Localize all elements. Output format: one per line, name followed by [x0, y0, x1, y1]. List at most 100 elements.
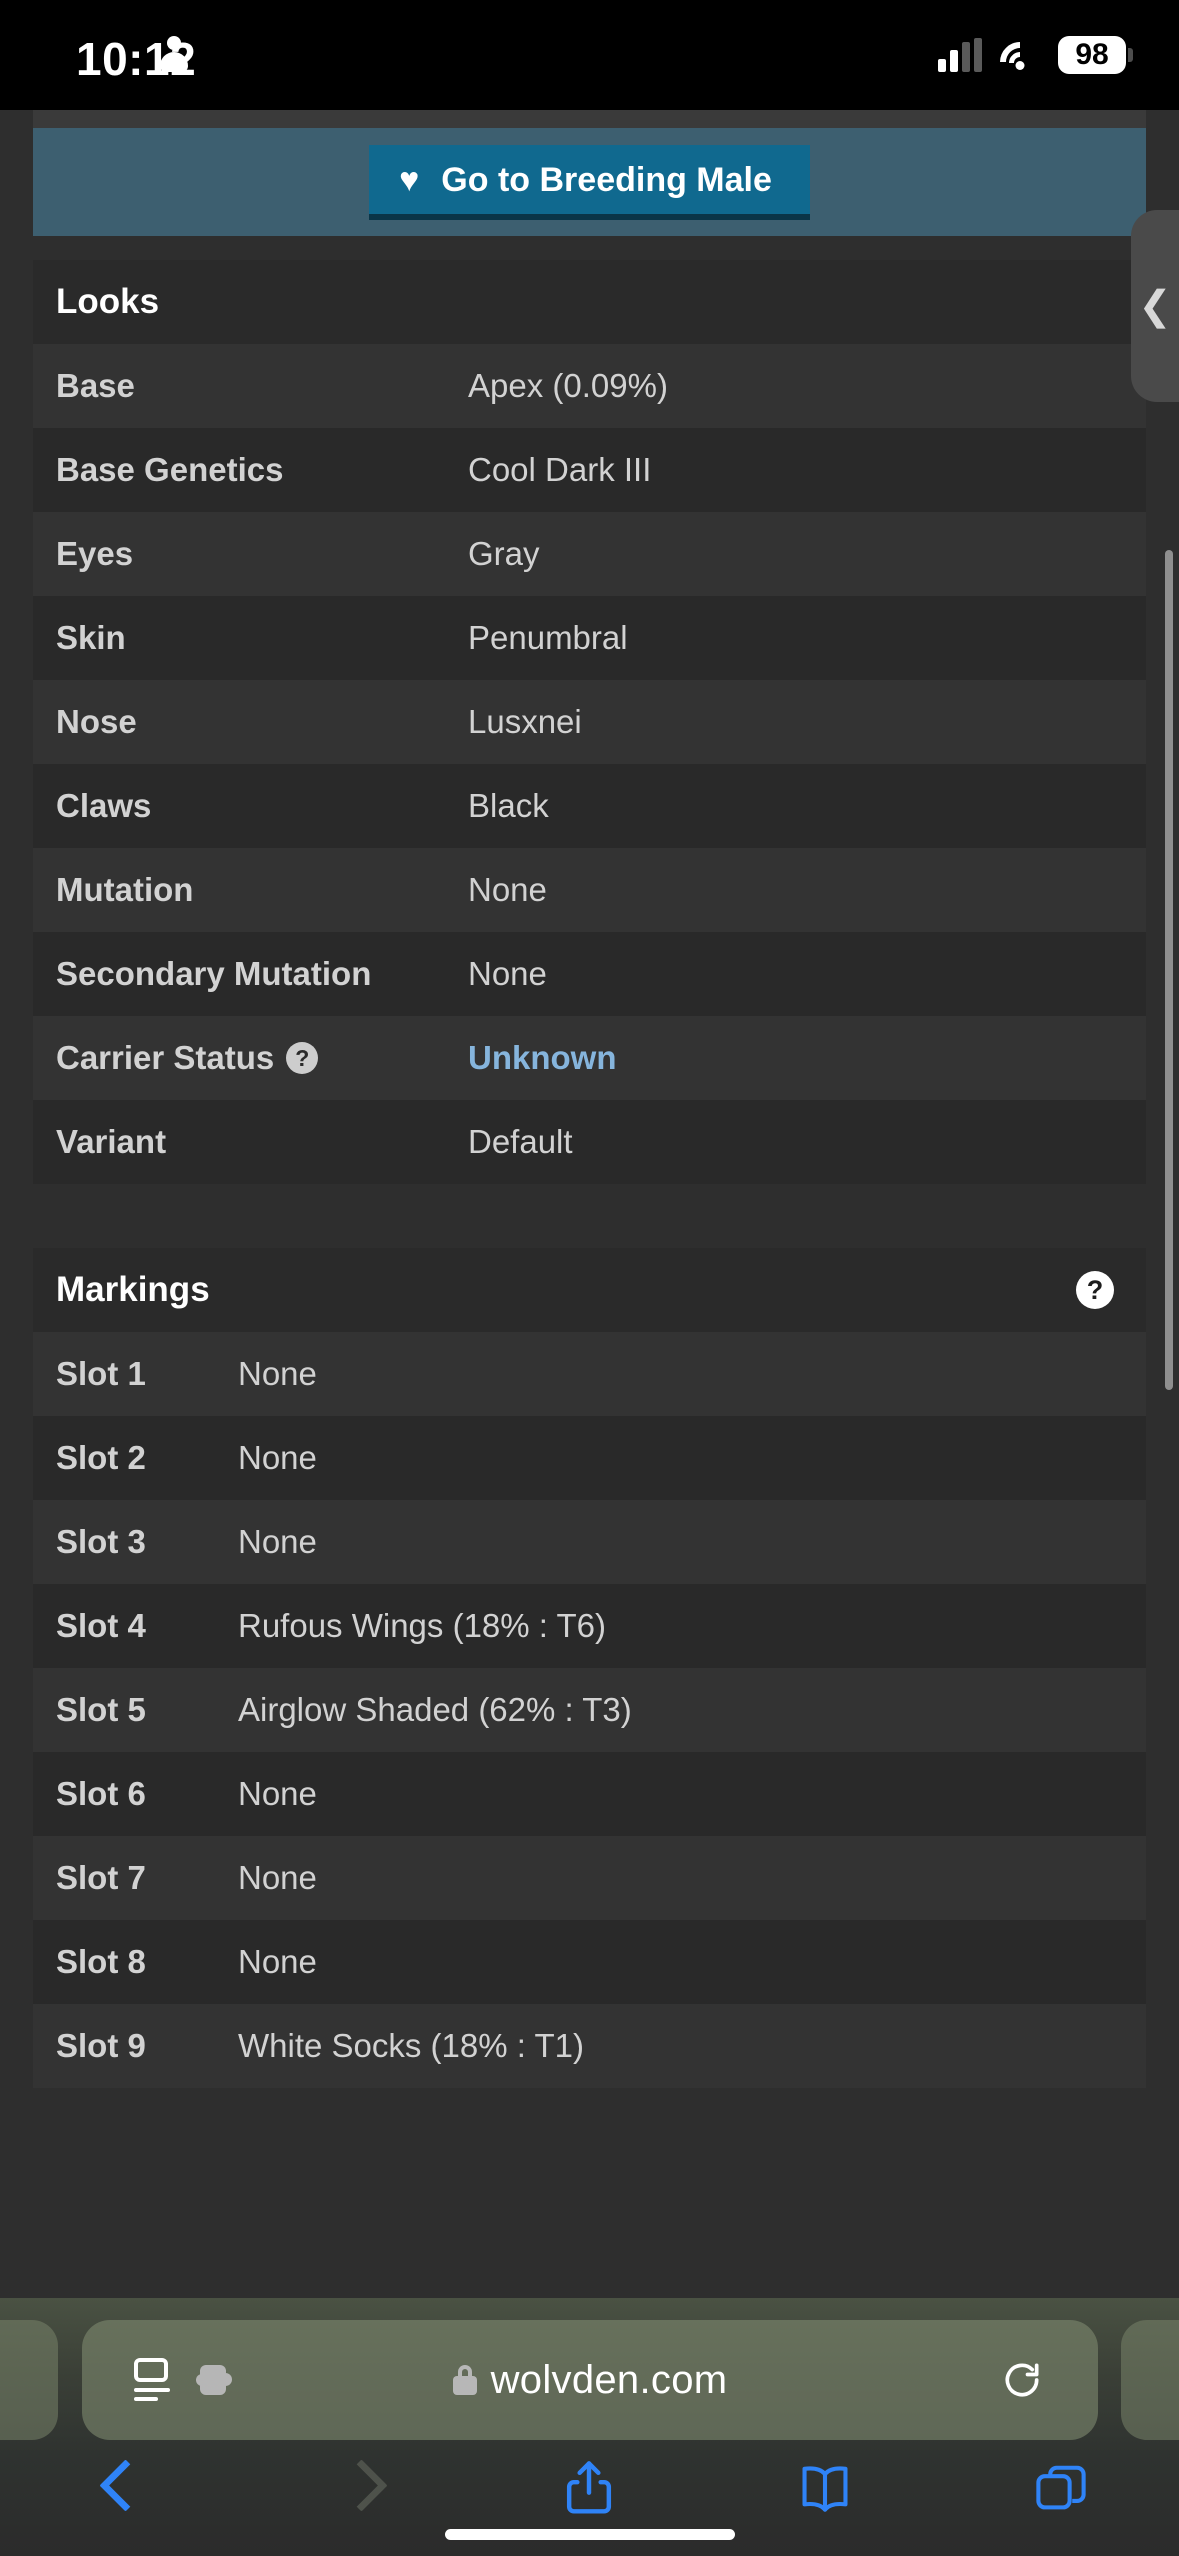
- address-bar[interactable]: wolvden.com: [82, 2320, 1098, 2440]
- row-value: Gray: [468, 535, 540, 572]
- webpage-viewport: ♥ Go to Breeding Male Looks Base Apex (0…: [0, 110, 1179, 2300]
- row-label: Slot 1: [56, 1355, 146, 1392]
- row-value: Black: [468, 787, 549, 824]
- status-bar-indicators: 98: [938, 30, 1133, 91]
- looks-title: Looks: [56, 282, 160, 321]
- previous-tab-edge[interactable]: [0, 2320, 58, 2440]
- row-label: Slot 8: [56, 1943, 146, 1980]
- table-row: Slot 4 Rufous Wings (18% : T6): [33, 1584, 1146, 1668]
- book-icon: [802, 2466, 848, 2512]
- person-icon: [160, 36, 188, 72]
- row-label: Slot 5: [56, 1691, 146, 1728]
- row-label: Slot 7: [56, 1859, 146, 1896]
- row-value: None: [238, 1775, 317, 1812]
- bookmarks-button[interactable]: [707, 2457, 943, 2519]
- row-label: Nose: [56, 703, 137, 740]
- row-value: Penumbral: [468, 619, 628, 656]
- help-circle-icon[interactable]: ?: [1076, 1271, 1114, 1309]
- row-value: Default: [468, 1123, 573, 1160]
- next-tab-edge[interactable]: [1121, 2320, 1179, 2440]
- row-label: Base: [56, 367, 135, 404]
- row-label: Slot 6: [56, 1775, 146, 1812]
- table-row: Nose Lusxnei: [33, 680, 1146, 764]
- table-row: Mutation None: [33, 848, 1146, 932]
- row-label: Slot 3: [56, 1523, 146, 1560]
- row-label: Claws: [56, 787, 152, 824]
- phone-screen: 10:12 98 ♥ Go to Breeding Male Looks Bas…: [0, 0, 1179, 2556]
- help-circle-icon[interactable]: ?: [286, 1042, 319, 1074]
- row-label: Eyes: [56, 535, 134, 572]
- row-value: None: [238, 1523, 317, 1560]
- row-value: Apex (0.09%): [468, 367, 668, 404]
- breeding-banner: ♥ Go to Breeding Male: [33, 128, 1146, 236]
- table-row: Slot 3 None: [33, 1500, 1146, 1584]
- go-to-breeding-male-label: Go to Breeding Male: [441, 160, 772, 199]
- page-scrollbar[interactable]: [1165, 550, 1173, 1390]
- table-row: Eyes Gray: [33, 512, 1146, 596]
- row-value: None: [468, 955, 547, 992]
- markings-panel-header: Markings ?: [33, 1248, 1146, 1332]
- go-to-breeding-male-button[interactable]: ♥ Go to Breeding Male: [369, 144, 810, 220]
- heart-icon: ♥: [399, 161, 420, 199]
- row-label: Carrier Status: [56, 1039, 275, 1076]
- row-label: Mutation: [56, 871, 194, 908]
- table-row: Claws Black: [33, 764, 1146, 848]
- battery-indicator: 98: [1058, 35, 1133, 75]
- side-drawer-toggle[interactable]: ❮: [1131, 210, 1179, 402]
- table-row: Slot 5 Airglow Shaded (62% : T3): [33, 1668, 1146, 1752]
- looks-panel-header: Looks: [33, 260, 1146, 344]
- looks-panel: Looks Base Apex (0.09%) Base Genetics Co…: [33, 260, 1146, 1184]
- row-label: Secondary Mutation: [56, 955, 372, 992]
- back-button[interactable]: [0, 2459, 236, 2517]
- chevron-left-icon: ❮: [1138, 284, 1172, 328]
- battery-level-label: 98: [1058, 35, 1126, 75]
- table-row-carrier-status: Carrier Status ? Unknown: [33, 1016, 1146, 1100]
- row-value: Airglow Shaded (62% : T3): [238, 1691, 632, 1728]
- url-text: wolvden.com: [490, 2357, 728, 2402]
- wifi-icon: [991, 33, 1049, 91]
- home-indicator: [444, 2529, 735, 2540]
- row-label: Slot 4: [56, 1607, 146, 1644]
- tabs-button[interactable]: [943, 2457, 1179, 2519]
- safari-bottom-chrome: wolvden.com: [0, 2298, 1179, 2556]
- row-value: None: [238, 1859, 317, 1896]
- markings-title: Markings: [56, 1270, 210, 1309]
- forward-chevron-icon: [337, 2459, 371, 2517]
- table-row: Skin Penumbral: [33, 596, 1146, 680]
- forward-button[interactable]: [236, 2459, 472, 2517]
- carrier-status-link[interactable]: Unknown: [468, 1039, 616, 1077]
- row-value: Rufous Wings (18% : T6): [238, 1607, 607, 1644]
- page-top-sliver: [33, 110, 1146, 128]
- row-label: Slot 9: [56, 2027, 146, 2064]
- table-row: Base Apex (0.09%): [33, 344, 1146, 428]
- row-value: None: [238, 1355, 317, 1392]
- reload-icon[interactable]: [1000, 2358, 1044, 2402]
- table-row: Slot 9 White Socks (18% : T1): [33, 2004, 1146, 2088]
- lock-icon: [452, 2365, 477, 2395]
- table-row: Variant Default: [33, 1100, 1146, 1184]
- table-row: Slot 6 None: [33, 1752, 1146, 1836]
- tabs-icon: [1036, 2465, 1086, 2510]
- share-button[interactable]: [472, 2457, 708, 2519]
- page-content: ♥ Go to Breeding Male Looks Base Apex (0…: [33, 110, 1146, 2300]
- status-bar: 10:12 98: [0, 0, 1179, 110]
- cellular-signal-icon: [938, 38, 982, 72]
- row-value: None: [238, 1439, 317, 1476]
- row-value: White Socks (18% : T1): [238, 2027, 585, 2064]
- row-label: Skin: [56, 619, 126, 656]
- back-chevron-icon: [101, 2459, 135, 2517]
- row-value: Lusxnei: [468, 703, 582, 740]
- markings-panel: Markings ? Slot 1 None Slot 2 None Slot …: [33, 1248, 1146, 2088]
- browser-toolbar: [0, 2448, 1179, 2528]
- share-icon: [567, 2461, 612, 2514]
- row-label: Base Genetics: [56, 451, 284, 488]
- table-row: Slot 7 None: [33, 1836, 1146, 1920]
- row-value: Cool Dark III: [468, 451, 652, 488]
- row-value: None: [238, 1943, 317, 1980]
- row-label: Variant: [56, 1123, 167, 1160]
- row-label: Slot 2: [56, 1439, 146, 1476]
- table-row: Slot 1 None: [33, 1332, 1146, 1416]
- table-row: Secondary Mutation None: [33, 932, 1146, 1016]
- table-row: Slot 8 None: [33, 1920, 1146, 2004]
- table-row: Slot 2 None: [33, 1416, 1146, 1500]
